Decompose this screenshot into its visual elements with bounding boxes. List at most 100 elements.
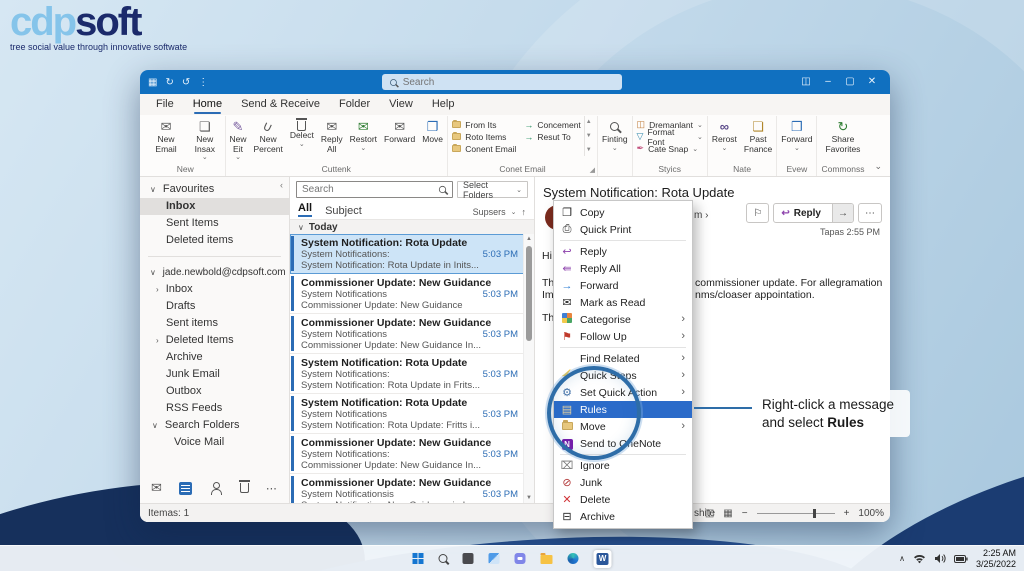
favourites-header[interactable]: ∨ Favourites <box>140 181 289 198</box>
sidebar-item-deleted-fav[interactable]: Deleted items <box>140 232 289 249</box>
new-email-button[interactable]: ✉ New Email <box>150 118 182 154</box>
zoom-out-icon[interactable]: − <box>742 508 748 519</box>
context-item-junk[interactable]: ⊘ Junk <box>554 474 692 491</box>
gallery-scroll[interactable]: ▲ ▼ ▼ <box>584 116 593 156</box>
titlebar-search-input[interactable] <box>403 77 615 88</box>
menu-send-receive[interactable]: Send & Receive <box>241 95 320 114</box>
sidebar-item-sent-fav[interactable]: Sent Items <box>140 215 289 232</box>
calendar-module-icon[interactable] <box>179 482 192 495</box>
menu-home[interactable]: Home <box>193 95 222 114</box>
context-item-mark-as-read[interactable]: ✉ Mark as Read <box>554 294 692 311</box>
context-item-ignore[interactable]: ⌧ Ignore <box>554 457 692 474</box>
flag-button[interactable]: ⚐ <box>746 203 769 223</box>
sidebar-item-drafts[interactable]: Drafts <box>140 298 289 315</box>
menu-folder[interactable]: Folder <box>339 95 370 114</box>
context-item-find-related[interactable]: Find Related › <box>554 350 692 367</box>
volume-icon[interactable] <box>934 553 946 564</box>
layout-icon[interactable]: ◫ <box>796 71 816 93</box>
dialog-launcher-icon[interactable]: ◢ <box>590 166 595 174</box>
select-folders-dropdown[interactable]: Select Folders ⌄ <box>457 181 528 198</box>
mail-search-box[interactable] <box>296 181 453 198</box>
list-scrollbar[interactable]: ▲ ▼ <box>523 234 534 503</box>
context-item-reply[interactable]: ↩ Reply <box>554 243 692 260</box>
active-app-slot[interactable]: W <box>594 550 612 568</box>
sidebar-item-junk[interactable]: Junk Email <box>140 366 289 383</box>
cate-snap-button[interactable]: ✒ Cate Snap ⌄ <box>637 143 703 154</box>
sidebar-item-archive[interactable]: Archive <box>140 349 289 366</box>
zoom-slider[interactable] <box>757 513 835 514</box>
new-eit-button[interactable]: ✎ New Eit ⌄ <box>230 118 247 162</box>
layout-view-icon[interactable]: ▦ <box>723 508 732 519</box>
tab-all[interactable]: All <box>298 202 312 217</box>
menu-help[interactable]: Help <box>432 95 455 114</box>
format-font-button[interactable]: ▽ Format Font ⌄ <box>637 131 703 142</box>
tray-expand-icon[interactable]: ∧ <box>899 554 905 563</box>
qat-more-icon[interactable]: ⋮ <box>198 77 208 88</box>
battery-icon[interactable] <box>954 554 968 564</box>
concement-item[interactable]: → Concement <box>524 119 580 130</box>
new-insax-button[interactable]: ❏ New Insax ⌄ <box>189 118 220 162</box>
context-item-reply-all[interactable]: ⇚ Reply All <box>554 260 692 277</box>
ribbon-collapse-icon[interactable]: ⌄ <box>868 161 888 176</box>
menu-view[interactable]: View <box>389 95 413 114</box>
context-item-copy[interactable]: ❐ Copy <box>554 204 692 221</box>
reply-arrow-button[interactable]: → <box>832 204 853 222</box>
sidebar-item-inbox-fav[interactable]: Inbox <box>140 198 289 215</box>
zoom-slider-thumb[interactable] <box>813 509 816 518</box>
sidebar-item-inbox[interactable]: › Inbox <box>140 281 289 298</box>
context-item-archive[interactable]: ⊟ Archive <box>554 508 692 525</box>
tab-subject[interactable]: Subject <box>325 205 362 217</box>
scroll-down-icon[interactable]: ▼ <box>524 495 534 501</box>
more-actions-button[interactable]: ⋯ <box>858 203 882 223</box>
reply-split-button[interactable]: ↩Reply → <box>773 203 854 223</box>
message-row[interactable]: Commissioner Update: New Guidance System… <box>290 434 534 474</box>
undo-icon[interactable]: ↺ <box>182 77 190 88</box>
finting-button[interactable]: Finting ⌄ <box>602 118 628 152</box>
wifi-icon[interactable] <box>913 553 926 564</box>
message-row[interactable]: System Notification: Rota Update System … <box>290 394 534 434</box>
conent-email-item[interactable]: Conent Email <box>452 143 516 154</box>
context-item-move[interactable]: Move › <box>554 418 692 435</box>
chat-icon[interactable] <box>515 553 526 564</box>
menu-file[interactable]: File <box>156 95 174 114</box>
context-item-forward[interactable]: → Forward <box>554 277 692 294</box>
new-percent-button[interactable]: ∪ New Percent <box>254 118 283 154</box>
message-row[interactable]: Commissioner Update: New Guidance System… <box>290 274 534 314</box>
file-explorer-icon[interactable] <box>541 555 553 564</box>
sort-direction-icon[interactable]: ↑ <box>522 207 527 217</box>
group-header-today[interactable]: ∨ Today <box>290 219 534 234</box>
context-item-follow-up[interactable]: ⚑ Follow Up › <box>554 328 692 345</box>
edge-browser-icon[interactable] <box>568 553 579 564</box>
sidebar-item-deleted[interactable]: › Deleted Items <box>140 332 289 349</box>
widgets-icon[interactable] <box>489 553 500 564</box>
context-item-set-quick-action[interactable]: ⚙ Set Quick Action › <box>554 384 692 401</box>
message-row[interactable]: System Notification: Rota Update System … <box>290 234 534 274</box>
tasks-module-icon[interactable] <box>240 483 249 493</box>
sort-dropdown[interactable]: Supsers ⌄ ↑ <box>473 207 526 217</box>
start-button-icon[interactable] <box>413 553 424 564</box>
forward-evew-button[interactable]: ❒ Forward ⌄ <box>781 118 812 152</box>
clock[interactable]: 2:25 AM 3/25/2022 <box>976 548 1016 570</box>
mail-module-icon[interactable]: ✉ <box>151 480 162 496</box>
context-item-quick-steps[interactable]: ⚡ Quick Steps › <box>554 367 692 384</box>
scroll-up-icon[interactable]: ▲ <box>524 236 534 242</box>
move-button[interactable]: ❐ Move <box>422 118 443 145</box>
context-item-rules[interactable]: ▤ Rules <box>554 401 692 418</box>
close-button[interactable]: ✕ <box>862 71 882 93</box>
restort-button[interactable]: ✉ Restort ⌄ <box>350 118 377 152</box>
sidebar-item-voice-mail[interactable]: Voice Mail <box>140 434 289 451</box>
message-row[interactable]: System Notification: Rota Update System … <box>290 354 534 394</box>
sidebar-item-search-folders[interactable]: ∨ Search Folders <box>140 417 289 434</box>
send-receive-icon[interactable]: ↻ <box>165 77 173 88</box>
delect-button[interactable]: Delect ⌄ <box>290 118 314 148</box>
share-favorites-button[interactable]: ↻ Share Favorites <box>824 118 862 154</box>
message-row[interactable]: Commissioner Update: New Guidance System… <box>290 314 534 354</box>
rerost-button[interactable]: ∞ Rerost ⌄ <box>712 118 737 152</box>
reply-all-button[interactable]: ✉ Reply All <box>321 118 343 154</box>
resut-to-item[interactable]: → Resut To <box>524 131 580 142</box>
zoom-in-icon[interactable]: + <box>844 508 850 519</box>
minimize-button[interactable]: – <box>818 71 838 93</box>
scrollbar-thumb[interactable] <box>526 246 532 341</box>
mail-search-input[interactable] <box>302 184 434 195</box>
maximize-button[interactable]: ▢ <box>840 71 860 93</box>
